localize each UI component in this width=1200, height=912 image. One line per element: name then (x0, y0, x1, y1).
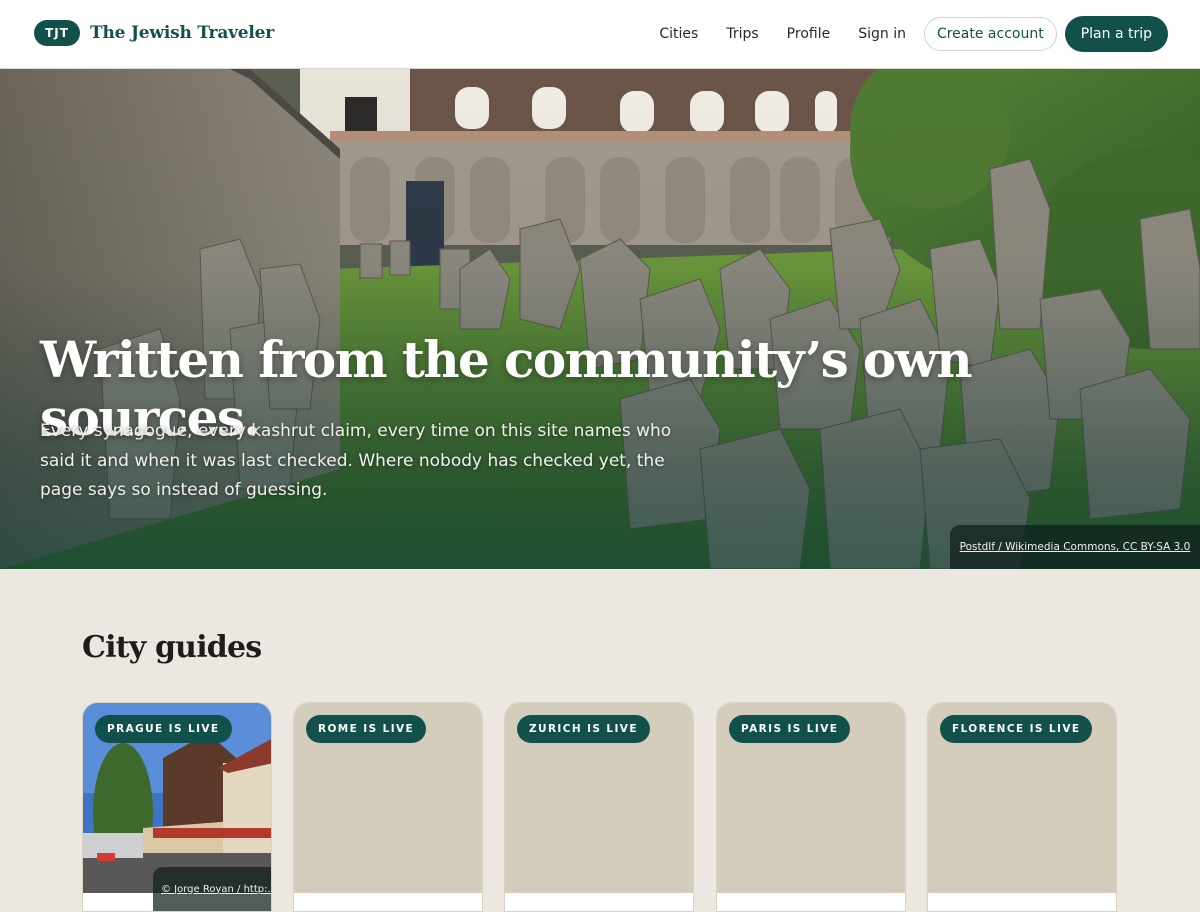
city-card-paris[interactable]: PARIS IS LIVE (716, 702, 906, 912)
city-status-badge: PRAGUE IS LIVE (95, 715, 232, 743)
city-guides-list: PRAGUE IS LIVE © Jorge Royan / http:... … (82, 702, 1122, 912)
site-header: TJT The Jewish Traveler Cities Trips Pro… (0, 0, 1200, 69)
city-card-prague[interactable]: PRAGUE IS LIVE © Jorge Royan / http:... (82, 702, 272, 912)
city-guides-heading: City guides (82, 630, 262, 665)
city-status-badge: PARIS IS LIVE (729, 715, 851, 743)
city-card-rome[interactable]: ROME IS LIVE (293, 702, 483, 912)
plan-trip-button[interactable]: Plan a trip (1064, 16, 1168, 52)
nav-profile[interactable]: Profile (787, 26, 831, 42)
city-status-badge: FLORENCE IS LIVE (940, 715, 1093, 743)
hero-image-credit-link[interactable]: Postdlf / Wikimedia Commons, CC BY-SA 3.… (950, 525, 1200, 569)
prague-image-credit-link[interactable]: © Jorge Royan / http:... (153, 867, 271, 911)
home-logo-link[interactable]: TJT The Jewish Traveler (34, 19, 274, 47)
city-card-florence[interactable]: FLORENCE IS LIVE (927, 702, 1117, 912)
nav-sign-in[interactable]: Sign in (858, 26, 906, 42)
hero-subtitle: Every synagogue, every kashrut claim, ev… (40, 421, 672, 500)
main-nav: Cities Trips Profile Sign in Create acco… (631, 16, 1168, 52)
city-status-badge: ROME IS LIVE (306, 715, 427, 743)
nav-cities[interactable]: Cities (659, 26, 698, 42)
nav-trips[interactable]: Trips (726, 26, 758, 42)
city-status-badge: ZURICH IS LIVE (517, 715, 650, 743)
city-card-zurich[interactable]: ZURICH IS LIVE (504, 702, 694, 912)
site-name: The Jewish Traveler (90, 23, 275, 43)
logo-badge: TJT (34, 20, 80, 46)
create-account-button[interactable]: Create account (923, 17, 1057, 51)
hero-banner: Written from the community’s own sources… (0, 69, 1200, 569)
